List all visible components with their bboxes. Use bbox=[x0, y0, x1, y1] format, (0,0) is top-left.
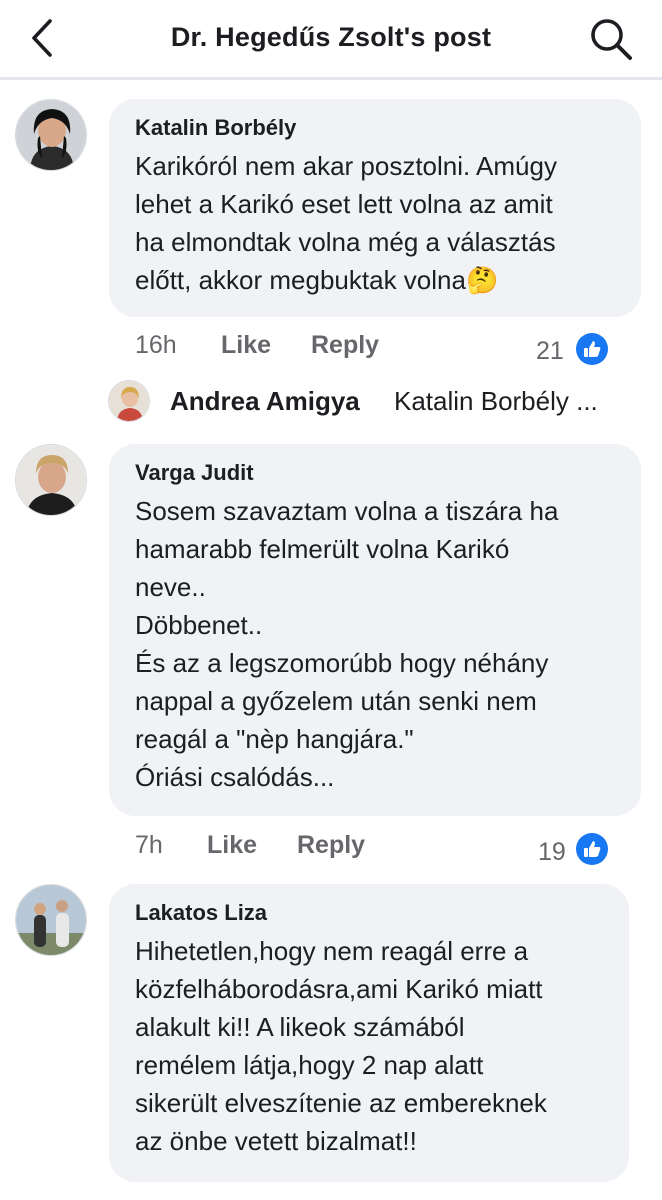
like-button[interactable]: Like bbox=[221, 331, 271, 360]
reply-preview[interactable]: Andrea Amigya Katalin Borbély ... bbox=[108, 378, 648, 426]
avatar-image bbox=[16, 885, 86, 955]
reply-snippet: Katalin Borbély ... bbox=[394, 386, 598, 416]
comment-text: Karikóról nem akar posztolni. Amúgy lehe… bbox=[135, 151, 557, 295]
search-button[interactable] bbox=[586, 14, 636, 64]
reaction-count[interactable]: 21 bbox=[536, 337, 564, 366]
comment-text: Hihetetlen,hogy nem reagál erre a közfel… bbox=[135, 936, 547, 1156]
like-reaction-badge[interactable] bbox=[576, 333, 608, 365]
comment-author[interactable]: Katalin Borbély bbox=[135, 115, 615, 141]
like-button[interactable]: Like bbox=[207, 831, 257, 860]
reply-avatar-image bbox=[109, 381, 149, 421]
reply-button[interactable]: Reply bbox=[311, 331, 379, 360]
comment-actions: 7h Like Reply bbox=[135, 831, 595, 871]
search-icon bbox=[591, 19, 632, 60]
page-title: Dr. Hegedűs Zsolt's post bbox=[170, 22, 492, 52]
back-arrow-icon bbox=[32, 19, 52, 57]
comment-text: Sosem szavaztam volna a tiszára ha hamar… bbox=[135, 496, 559, 792]
comment-time: 16h bbox=[135, 331, 177, 359]
comment-bubble[interactable]: Katalin Borbély Karikóról nem akar poszt… bbox=[109, 99, 641, 317]
avatar-image bbox=[16, 100, 86, 170]
avatar[interactable] bbox=[15, 884, 87, 956]
back-button[interactable] bbox=[20, 16, 64, 60]
top-bar: Dr. Hegedűs Zsolt's post bbox=[0, 0, 662, 80]
reply-button[interactable]: Reply bbox=[297, 831, 365, 860]
avatar[interactable] bbox=[15, 444, 87, 516]
comment-actions: 16h Like Reply bbox=[135, 331, 595, 371]
comment-bubble[interactable]: Lakatos Liza Hihetetlen,hogy nem reagál … bbox=[109, 884, 629, 1182]
thumbs-up-icon bbox=[584, 341, 601, 357]
reply-avatar[interactable] bbox=[108, 380, 150, 422]
avatar-image bbox=[16, 445, 86, 515]
comment-author[interactable]: Varga Judit bbox=[135, 460, 615, 486]
reply-author[interactable]: Andrea Amigya bbox=[170, 386, 360, 417]
like-reaction-badge[interactable] bbox=[576, 833, 608, 865]
comment-bubble[interactable]: Varga Judit Sosem szavaztam volna a tisz… bbox=[109, 444, 641, 816]
comment-time: 7h bbox=[135, 831, 163, 859]
reaction-count[interactable]: 19 bbox=[538, 838, 566, 867]
comment-author[interactable]: Lakatos Liza bbox=[135, 900, 603, 926]
thumbs-up-icon bbox=[584, 841, 601, 857]
avatar[interactable] bbox=[15, 99, 87, 171]
